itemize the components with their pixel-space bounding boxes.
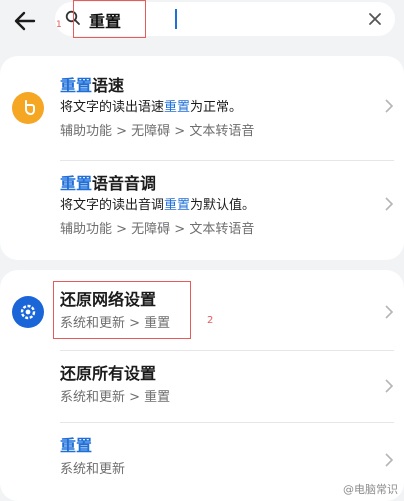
- result-reset[interactable]: 重置 系统和更新: [60, 436, 390, 480]
- result-description: 将文字的读出音调重置为默认值。: [60, 196, 390, 216]
- chevron-right-icon: [384, 452, 394, 472]
- chevron-right-icon: [384, 98, 394, 118]
- title-rest: 语音音调: [92, 174, 157, 193]
- chevron-right-icon: [384, 304, 394, 324]
- desc-part: 将文字的读出语速: [60, 100, 165, 115]
- result-path: 系统和更新: [60, 462, 126, 477]
- divider: [60, 422, 394, 423]
- result-title: 还原所有设置: [60, 364, 157, 383]
- watermark-text: @电脑常识: [343, 483, 398, 496]
- result-speech-pitch[interactable]: 重置语音音调 将文字的读出音调重置为默认值。 辅助功能 > 无障碍 > 文本转语…: [60, 174, 390, 240]
- divider: [60, 350, 394, 351]
- result-title: 重置语速: [60, 76, 390, 96]
- accessibility-icon: [12, 92, 44, 124]
- result-path: 辅助功能 > 无障碍 > 文本转语音: [60, 124, 255, 139]
- divider: [60, 160, 394, 161]
- text-caret: [175, 9, 177, 29]
- watermark: @电脑常识: [343, 481, 398, 497]
- title-highlight: 重置: [60, 174, 93, 193]
- desc-part: 将文字的读出音调: [60, 198, 165, 213]
- back-button[interactable]: [10, 6, 40, 36]
- chevron-right-icon: [384, 378, 394, 398]
- desc-part: 为正常。: [190, 100, 243, 115]
- result-title: 重置: [60, 436, 93, 455]
- close-icon[interactable]: [367, 11, 383, 31]
- annotation-marker-2: 2: [207, 315, 214, 326]
- results-card-accessibility: 重置语速 将文字的读出语速重置为正常。 辅助功能 > 无障碍 > 文本转语音 重…: [0, 56, 404, 260]
- result-reset-all[interactable]: 还原所有设置 系统和更新 > 重置: [60, 364, 390, 408]
- desc-part: 为默认值。: [190, 198, 256, 213]
- title-highlight: 重置: [60, 76, 93, 95]
- result-title: 重置语音音调: [60, 174, 390, 194]
- back-arrow-icon: [14, 11, 36, 31]
- annotation-box-1: [73, 0, 146, 38]
- chevron-right-icon: [384, 196, 394, 216]
- settings-gear-icon: [12, 296, 44, 328]
- result-speech-rate[interactable]: 重置语速 将文字的读出语速重置为正常。 辅助功能 > 无障碍 > 文本转语音: [60, 76, 390, 142]
- result-path: 辅助功能 > 无障碍 > 文本转语音: [60, 222, 255, 237]
- title-rest: 语速: [92, 76, 125, 95]
- annotation-box-2: [53, 281, 191, 339]
- desc-highlight: 重置: [164, 100, 191, 115]
- top-bar: 重置 1: [0, 0, 404, 42]
- result-path: 系统和更新 > 重置: [60, 390, 171, 405]
- desc-highlight: 重置: [164, 198, 191, 213]
- result-description: 将文字的读出语速重置为正常。: [60, 98, 390, 118]
- annotation-marker-1: 1: [56, 20, 62, 30]
